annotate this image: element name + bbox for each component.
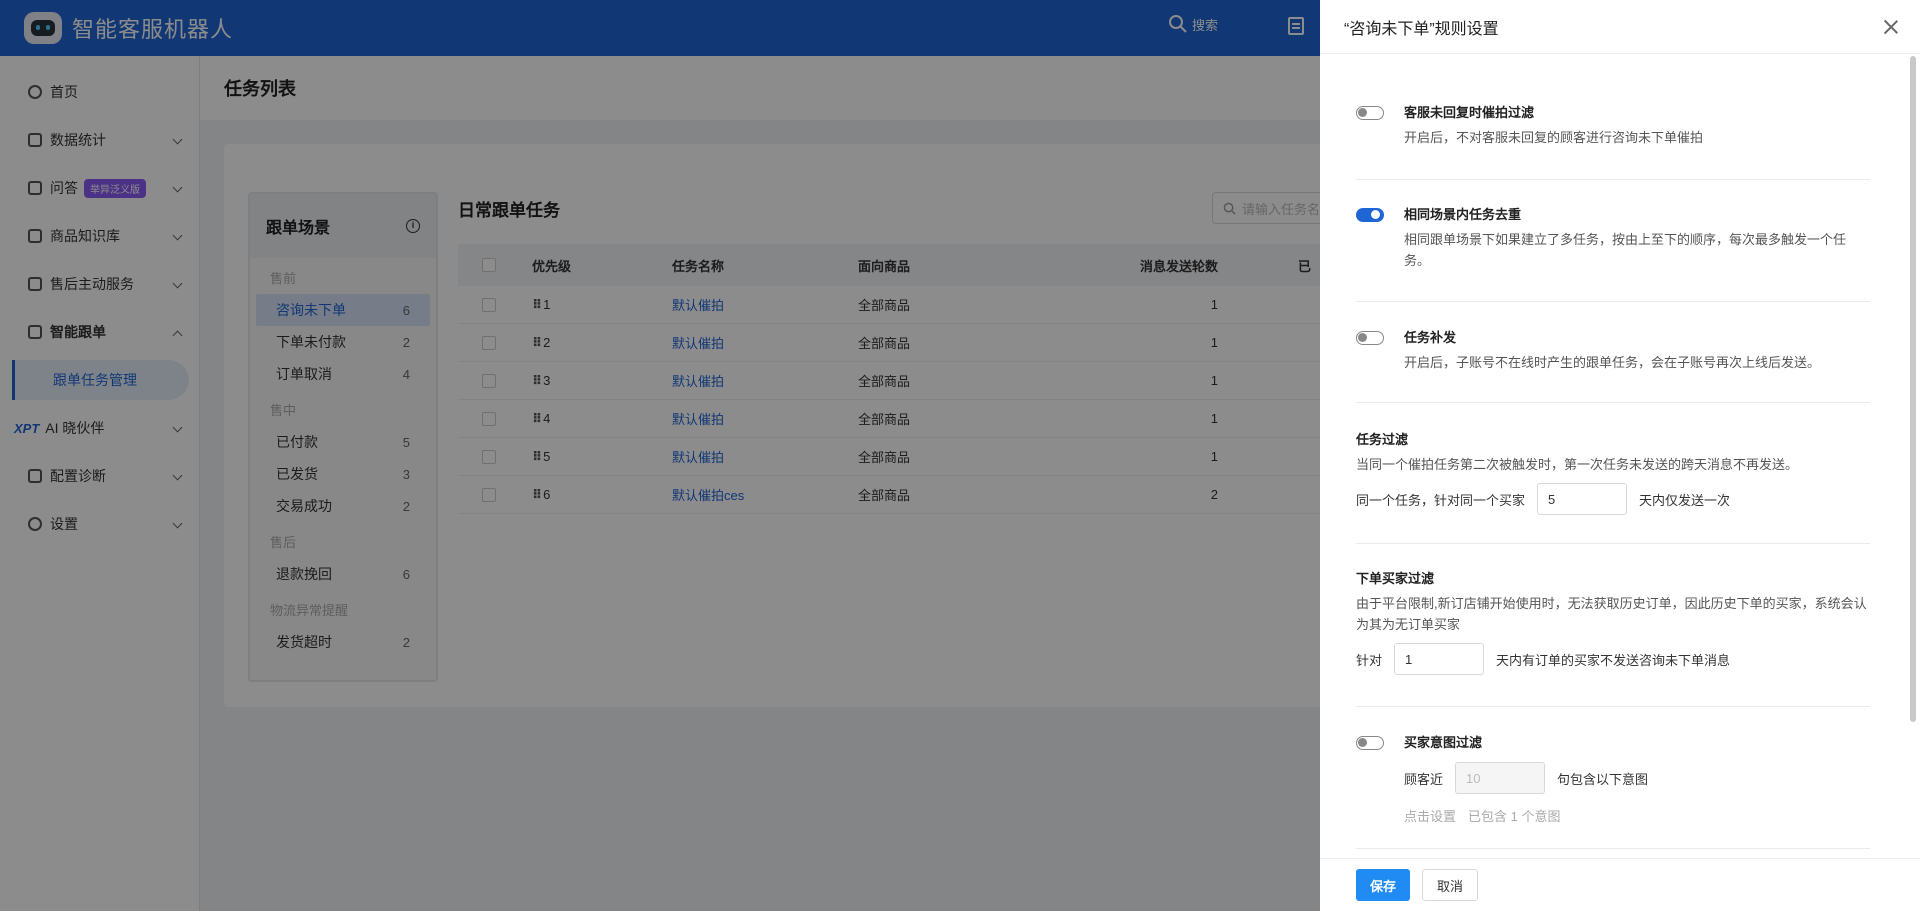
intent-filter-switch[interactable] bbox=[1356, 736, 1384, 750]
save-button[interactable]: 保存 bbox=[1356, 869, 1411, 901]
filter-prefix: 针对 bbox=[1356, 652, 1383, 668]
filter-prefix: 顾客近 bbox=[1404, 771, 1444, 787]
drawer-scrollbar[interactable] bbox=[1910, 56, 1916, 722]
order-filter-days-input[interactable]: 1 bbox=[1394, 643, 1485, 675]
filter-suffix: 天内有订单的买家不发送咨询未下单消息 bbox=[1496, 652, 1731, 668]
section-title: 任务补发 bbox=[1404, 330, 1457, 345]
dedupe-section: 相同场景内任务去重 相同跟单场景下如果建立了多任务，按由上至下的顺序，每次最多触… bbox=[1356, 206, 1870, 302]
intent-sentence-count-input[interactable]: 10 bbox=[1455, 762, 1546, 794]
cancel-button[interactable]: 取消 bbox=[1422, 869, 1479, 901]
section-desc: 当同一个催拍任务第二次被触发时，第一次任务未发送的跨天消息不再发送。 bbox=[1356, 457, 1799, 472]
drawer-body: 客服未回复时催拍过滤 开启后，不对客服未回复的顾客进行咨询未下单催拍 相同场景内… bbox=[1320, 54, 1920, 858]
rule-settings-drawer: “咨询未下单”规则设置 客服未回复时催拍过滤 开启后，不对客服未回复的顾客进行咨… bbox=[1320, 0, 1920, 911]
section-desc: 开启后，子账号不在线时产生的跟单任务，会在子账号再次上线后发送。 bbox=[1404, 355, 1821, 370]
drawer-header: “咨询未下单”规则设置 bbox=[1320, 0, 1920, 54]
order-filter-section: 下单买家过滤 由于平台限制,新订店铺开始使用时，无法获取历史订单，因此历史下单的… bbox=[1356, 570, 1870, 707]
section-desc: 开启后，不对客服未回复的顾客进行咨询未下单催拍 bbox=[1404, 130, 1704, 145]
modal-overlay[interactable] bbox=[0, 0, 1320, 911]
section-title: 买家意图过滤 bbox=[1404, 735, 1483, 750]
section-desc: 由于平台限制,新订店铺开始使用时，无法获取历史订单，因此历史下单的买家，系统会认… bbox=[1356, 596, 1867, 632]
drawer-title: “咨询未下单”规则设置 bbox=[1344, 20, 1499, 38]
task-filter-section: 任务过滤 当同一个催拍任务第二次被触发时，第一次任务未发送的跨天消息不再发送。 … bbox=[1356, 431, 1870, 544]
section-desc: 相同跟单场景下如果建立了多任务，按由上至下的顺序，每次最多触发一个任务。 bbox=[1404, 232, 1847, 268]
filter-prefix: 同一个任务，针对同一个买家 bbox=[1356, 492, 1526, 508]
intent-filter-section: 买家意图过滤 顾客近 10 句包含以下意图 点击设置 已包含 1 个意图 bbox=[1356, 734, 1870, 849]
section-title: 下单买家过滤 bbox=[1356, 571, 1435, 586]
dedupe-switch[interactable] bbox=[1356, 208, 1384, 222]
intent-settings-link[interactable]: 点击设置 bbox=[1404, 806, 1456, 825]
filter-suffix: 天内仅发送一次 bbox=[1639, 492, 1731, 508]
intent-count-info: 已包含 1 个意图 bbox=[1468, 809, 1561, 824]
no-reply-filter-switch[interactable] bbox=[1356, 106, 1384, 120]
section-title: 任务过滤 bbox=[1356, 432, 1409, 447]
section-title: 相同场景内任务去重 bbox=[1404, 207, 1522, 222]
drawer-footer: 保存 取消 bbox=[1320, 858, 1920, 911]
filter-suffix: 句包含以下意图 bbox=[1557, 771, 1649, 787]
resend-section: 任务补发 开启后，子账号不在线时产生的跟单任务，会在子账号再次上线后发送。 bbox=[1356, 329, 1870, 403]
close-icon[interactable] bbox=[1884, 20, 1898, 34]
no-reply-filter-section: 客服未回复时催拍过滤 开启后，不对客服未回复的顾客进行咨询未下单催拍 bbox=[1356, 104, 1870, 180]
task-filter-days-input[interactable]: 5 bbox=[1537, 483, 1628, 515]
resend-switch[interactable] bbox=[1356, 331, 1384, 345]
section-title: 客服未回复时催拍过滤 bbox=[1404, 105, 1535, 120]
